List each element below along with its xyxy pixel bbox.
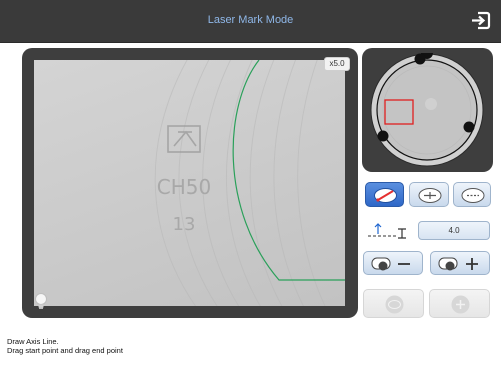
lens-align-out-icon	[461, 188, 485, 203]
lens-align-in-button[interactable]	[409, 182, 449, 207]
brightness-plus-icon	[438, 257, 478, 271]
lightbulb-button[interactable]	[34, 292, 48, 310]
exit-icon	[472, 11, 491, 30]
lens-preview	[370, 53, 484, 167]
lens-align-in-icon	[418, 188, 442, 203]
status-line-2: Drag start point and drag end point	[7, 346, 123, 355]
brightness-minus-icon	[371, 257, 410, 271]
header-bar: Laser Mark Mode	[0, 0, 501, 43]
lens-align-out-button[interactable]	[453, 182, 491, 207]
status-message: Draw Axis Line. Drag start point and dra…	[7, 337, 123, 355]
lens-edge-curve	[232, 59, 345, 281]
exit-button[interactable]	[467, 6, 495, 34]
add-point-button[interactable]	[429, 289, 490, 318]
zoom-level-badge[interactable]: x5.0	[324, 57, 350, 71]
lens-capture-button[interactable]	[363, 289, 424, 318]
brightness-minus-button[interactable]	[363, 251, 423, 275]
status-line-1: Draw Axis Line.	[7, 337, 59, 346]
gap-value-field[interactable]: 4.0	[418, 221, 490, 240]
engraving-line1: CH50	[157, 175, 211, 199]
lens-capture-icon	[385, 295, 404, 314]
gap-adjust-icon	[368, 223, 406, 239]
lightbulb-icon	[35, 293, 47, 309]
draw-axis-button[interactable]	[365, 182, 404, 207]
draw-axis-line-icon	[374, 188, 397, 203]
laser-mark-screen: Laser Mark Mode CH50 13 x5.0 4.0 Draw Ax…	[0, 0, 501, 374]
engraving-line2: 13	[173, 214, 196, 235]
add-icon	[451, 295, 470, 314]
brightness-plus-button[interactable]	[430, 251, 490, 275]
camera-overlay: CH50 13	[34, 59, 345, 306]
page-title: Laser Mark Mode	[207, 14, 294, 26]
